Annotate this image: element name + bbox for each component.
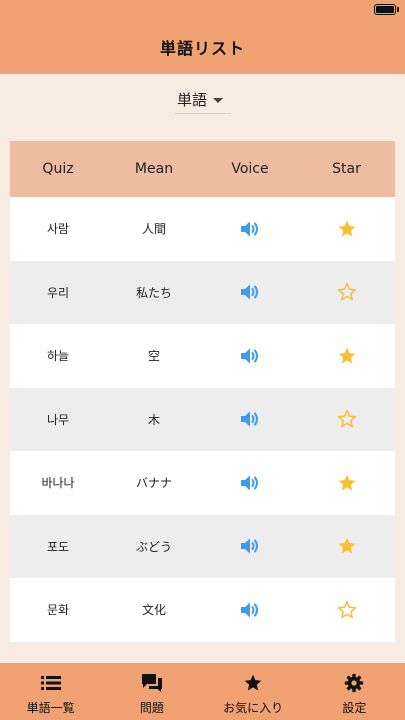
table-row: 나무 木 <box>10 387 395 451</box>
star-filled-icon[interactable] <box>298 219 395 239</box>
star-outline-icon[interactable] <box>298 409 395 429</box>
tab-label: 単語一覧 <box>26 701 75 715</box>
app-header: 単語リスト <box>0 20 405 74</box>
tab-settings[interactable]: 設定 <box>304 663 405 720</box>
quiz-word: 우리 <box>46 285 70 300</box>
tab-label: 問題 <box>139 701 164 715</box>
star-filled-icon[interactable] <box>298 346 395 366</box>
star-icon <box>243 672 263 694</box>
speaker-icon[interactable] <box>202 410 298 428</box>
quiz-word: 사람 <box>46 222 70 237</box>
column-header-voice: Voice <box>231 161 269 177</box>
table-row: 사람 人間 <box>10 197 395 261</box>
battery-icon <box>374 4 396 15</box>
status-bar <box>0 0 405 20</box>
meaning: 人間 <box>141 222 166 237</box>
table-body: 사람 人間 우리 私たち 하늘 空 나무 木 바나나 バナナ 포도 ぶどう 문화… <box>10 197 395 642</box>
meaning: バナナ <box>135 476 172 491</box>
tab-questions[interactable]: 問題 <box>101 663 202 720</box>
star-outline-icon[interactable] <box>298 282 395 302</box>
quiz-word: 하늘 <box>46 349 70 364</box>
table-row: 문화 文化 <box>10 578 395 642</box>
page-title: 単語リスト <box>159 39 245 58</box>
category-dropdown[interactable]: 単語 <box>175 86 231 114</box>
table-header-row: Quiz Mean Voice Star <box>10 141 395 197</box>
word-table: Quiz Mean Voice Star 사람 人間 우리 私たち 하늘 空 나… <box>10 141 395 642</box>
tab-favorites[interactable]: お気に入り <box>203 663 304 720</box>
star-outline-icon[interactable] <box>298 600 395 620</box>
table-row: 하늘 空 <box>10 324 395 388</box>
speaker-icon[interactable] <box>202 474 298 492</box>
speaker-icon[interactable] <box>202 347 298 365</box>
speaker-icon[interactable] <box>202 537 298 555</box>
quiz-word: 포도 <box>46 539 70 554</box>
quiz-word: 바나나 <box>41 476 75 491</box>
meaning: 文化 <box>141 603 166 618</box>
meaning: 私たち <box>135 285 172 300</box>
chat-bubbles-icon <box>141 672 163 694</box>
list-icon <box>40 672 61 694</box>
caret-down-icon <box>213 98 224 103</box>
column-header-star: Star <box>332 161 361 177</box>
tab-bar: 単語一覧 問題 お気に入り 設定 <box>0 663 405 720</box>
table-row: 바나나 バナナ <box>10 451 395 515</box>
speaker-icon[interactable] <box>202 283 298 301</box>
column-header-mean: Mean <box>134 161 174 177</box>
tab-word-list[interactable]: 単語一覧 <box>0 663 101 720</box>
star-filled-icon[interactable] <box>298 473 395 493</box>
tab-label: お気に入り <box>223 701 284 715</box>
meaning: ぶどう <box>135 539 172 554</box>
speaker-icon[interactable] <box>202 601 298 619</box>
speaker-icon[interactable] <box>202 220 298 238</box>
quiz-word: 문화 <box>46 603 70 618</box>
category-dropdown-label: 単語 <box>177 91 208 109</box>
meaning: 木 <box>147 412 160 427</box>
meaning: 空 <box>147 349 160 364</box>
column-header-quiz: Quiz <box>42 161 74 177</box>
battery-tip <box>397 7 399 12</box>
gear-icon <box>344 672 364 694</box>
star-filled-icon[interactable] <box>298 536 395 556</box>
table-row: 포도 ぶどう <box>10 514 395 578</box>
quiz-word: 나무 <box>46 412 70 427</box>
table-row: 우리 私たち <box>10 260 395 324</box>
tab-label: 設定 <box>342 701 367 715</box>
